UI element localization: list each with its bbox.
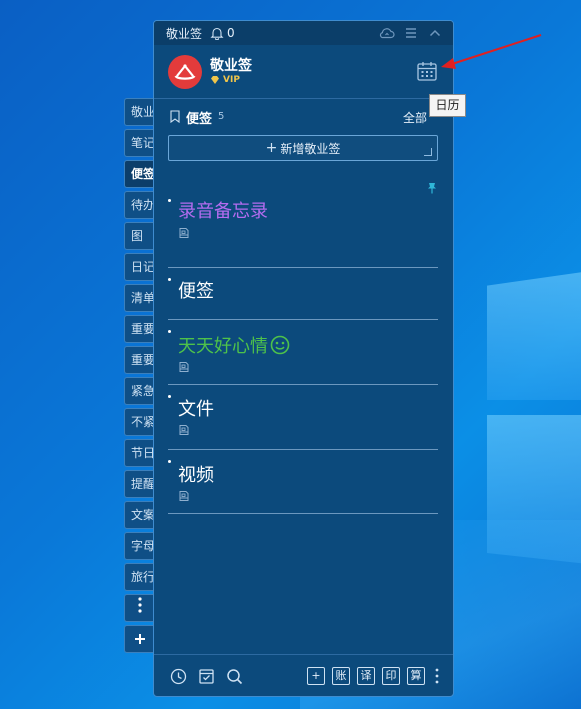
collapse-icon[interactable] (427, 25, 443, 41)
note-title: 视频 (178, 465, 214, 486)
note-title-text: 天天好心情 (178, 336, 268, 357)
audio-attachment-icon (179, 228, 189, 238)
add-category-button[interactable] (124, 625, 154, 653)
resize-corner-icon (424, 148, 432, 156)
list-item[interactable]: 便签 (168, 268, 438, 320)
calculator-button[interactable]: 算 (407, 667, 425, 685)
note-title: 文件 (178, 399, 214, 420)
category-tab[interactable]: 图 (124, 222, 154, 250)
window-title: 敬业签 (166, 26, 203, 41)
category-tab[interactable]: 日记 (124, 253, 154, 281)
diamond-icon (211, 76, 219, 84)
archive-icon[interactable] (198, 668, 215, 685)
bookmark-icon (170, 110, 180, 123)
category-tab[interactable]: 笔记 (124, 129, 154, 157)
calendar-tooltip: 日历 (429, 94, 466, 117)
category-tab[interactable]: 字母 (124, 532, 154, 560)
title-bar[interactable]: 敬业签 0 (154, 21, 453, 45)
video-attachment-icon (179, 491, 189, 501)
calendar-icon[interactable] (416, 60, 438, 82)
category-tab-active[interactable]: 便签 (124, 160, 156, 188)
bullet-dot (168, 278, 171, 281)
smiley-emoji-icon (270, 335, 290, 355)
note-title: 便签 (178, 281, 214, 302)
list-item[interactable]: 视频 (168, 450, 438, 514)
list-item[interactable]: 天天好心情 (168, 320, 438, 385)
more-icon[interactable] (435, 667, 439, 685)
search-icon[interactable] (226, 668, 243, 685)
note-list: 录音备忘录 便签 天天好心情 文件 视频 (168, 189, 438, 514)
category-tab[interactable]: 节日 (124, 439, 154, 467)
bullet-dot (168, 330, 171, 333)
print-button[interactable]: 印 (382, 667, 400, 685)
add-note-label: 新增敬业签 (280, 141, 341, 156)
category-tab[interactable]: 清单 (124, 284, 154, 312)
category-tab[interactable]: 待办 (124, 191, 154, 219)
clock-icon[interactable] (170, 668, 187, 685)
cloud-sync-icon[interactable] (379, 25, 395, 41)
plus-icon: + (265, 140, 278, 156)
category-tabs: 敬业 笔记 便签 待办 图 日记 清单 重要 重要 紧急 不紧 节日 提醒 文案… (124, 98, 156, 656)
add-note-button[interactable]: + 新增敬业签 (168, 135, 438, 161)
account-header: 敬业签 VIP (154, 45, 453, 99)
desktop-logo-pane-upper (487, 270, 581, 400)
reminder-count: 0 (227, 26, 235, 40)
menu-icon[interactable] (403, 25, 419, 41)
list-item[interactable]: 文件 (168, 385, 438, 450)
category-tab[interactable]: 文案 (124, 501, 154, 529)
translate-button[interactable]: 译 (357, 667, 375, 685)
note-window: 敬业签 0 敬业签 VIP 便签 5 全部 + 新增敬业签 录音备忘录 便签 天… (153, 20, 454, 697)
note-title: 录音备忘录 (178, 201, 268, 222)
bottom-toolbar: + 账 译 印 算 (154, 654, 453, 696)
plus-icon (134, 634, 145, 644)
bullet-dot (168, 460, 171, 463)
bullet-dot (168, 395, 171, 398)
note-count: 5 (218, 111, 225, 122)
account-name: 敬业签 (210, 58, 252, 74)
ledger-button[interactable]: 账 (332, 667, 350, 685)
vertical-dots-icon (137, 597, 142, 613)
add-icon[interactable]: + (307, 667, 325, 685)
category-tab[interactable]: 不紧 (124, 408, 154, 436)
bell-icon[interactable] (210, 26, 224, 40)
category-tab[interactable]: 重要 (124, 315, 154, 343)
vip-label: VIP (223, 75, 240, 85)
note-list-title: 便签 (186, 112, 213, 127)
note-list-header: 便签 5 全部 (154, 99, 453, 131)
file-attachment-icon (179, 425, 189, 435)
logo-icon (174, 64, 196, 80)
note-title: 天天好心情 (168, 320, 438, 358)
list-item[interactable]: 录音备忘录 (168, 189, 438, 268)
filter-all-button[interactable]: 全部 (403, 109, 427, 126)
attachment-icon (179, 362, 189, 372)
category-tab[interactable]: 旅行 (124, 563, 154, 591)
vip-badge: VIP (210, 75, 240, 85)
avatar[interactable] (168, 55, 202, 89)
category-tab[interactable]: 紧急 (124, 377, 154, 405)
category-tab[interactable]: 重要 (124, 346, 154, 374)
bullet-dot (168, 199, 171, 202)
category-tab[interactable]: 敬业 (124, 98, 154, 126)
category-tab[interactable]: 提醒 (124, 470, 154, 498)
more-categories-button[interactable] (124, 594, 154, 622)
